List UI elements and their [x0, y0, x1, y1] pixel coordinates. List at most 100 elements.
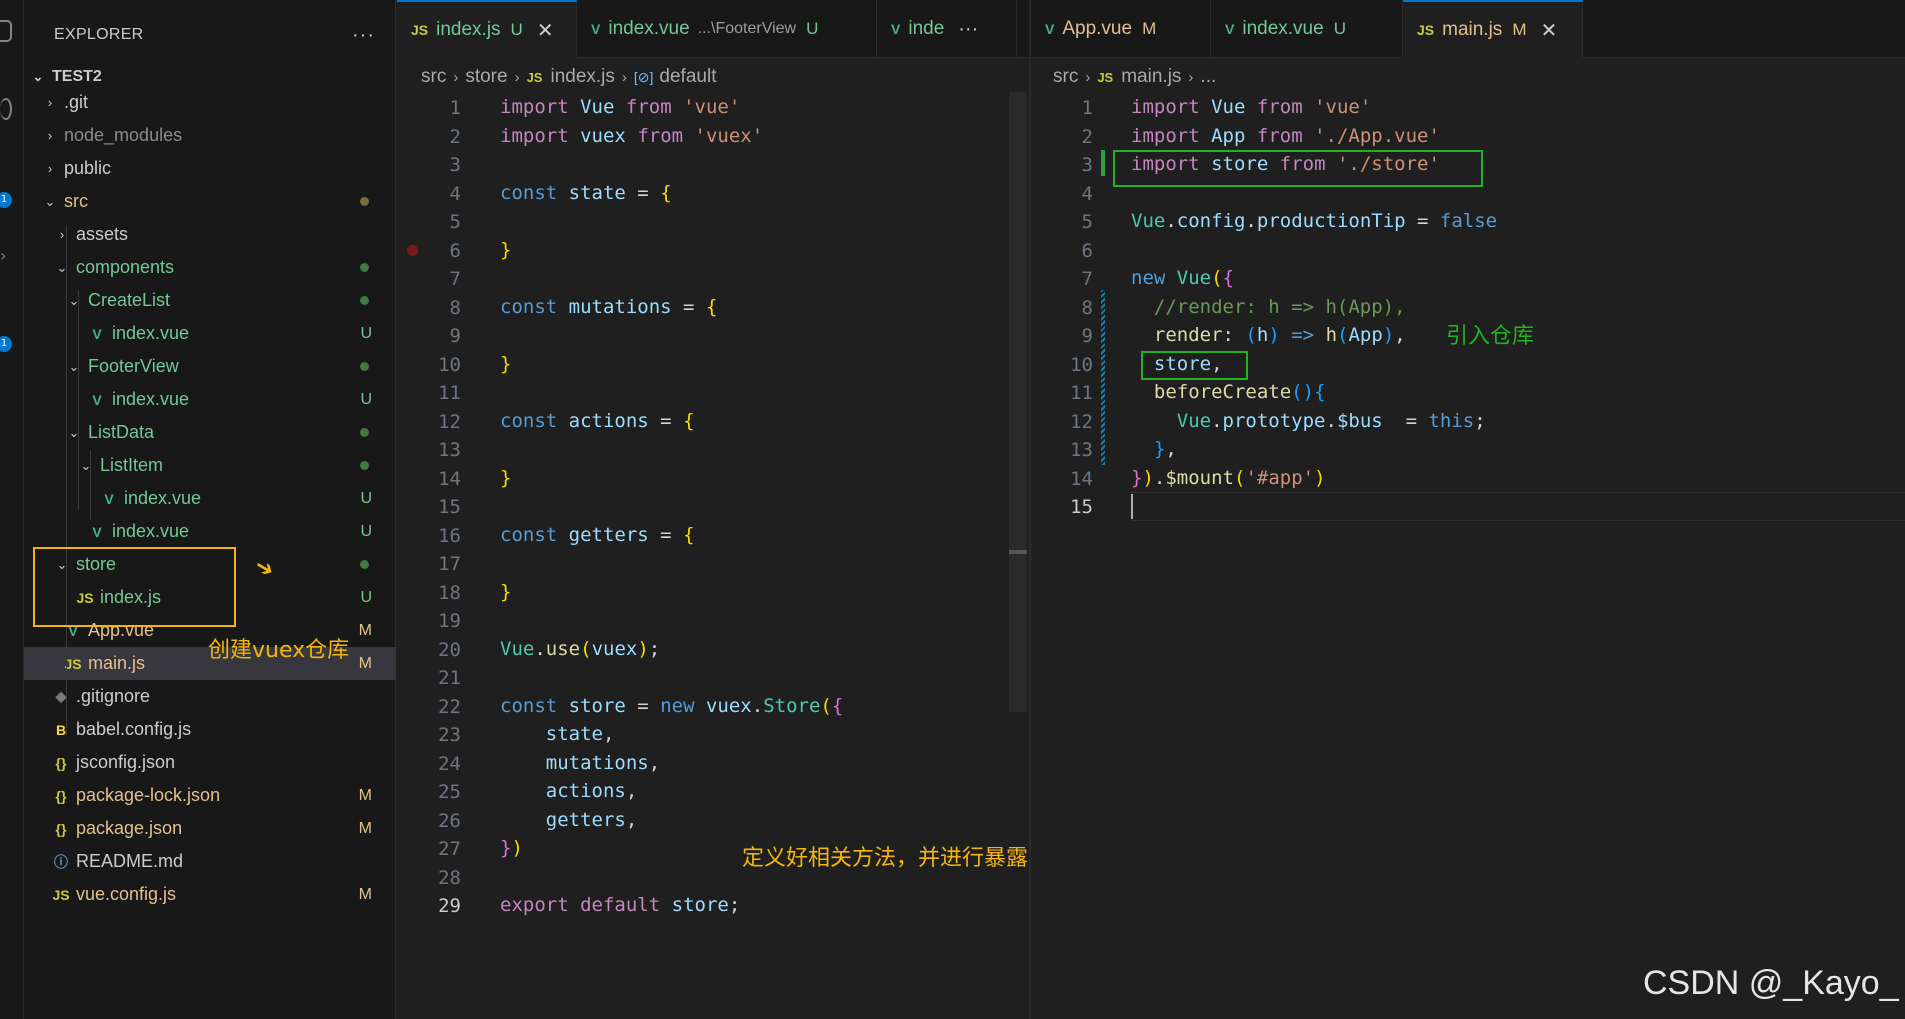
code-line: export default store; [500, 891, 740, 920]
tree-item-label: .gitignore [76, 686, 151, 706]
line-number: 18 [438, 581, 461, 604]
editor-tab[interactable]: Vinde ··· [877, 0, 1017, 58]
git-status-badge: U [360, 588, 372, 606]
tree-item[interactable]: {} package.json M [24, 812, 396, 845]
explorer-sidebar: EXPLORER ··· ⌄ TEST2 › .git › node_modules ›… [24, 0, 396, 1019]
tree-item[interactable]: Bbabel.config.js [24, 713, 396, 746]
editor-tab[interactable]: Vindex.vue ...\FooterView U [577, 0, 877, 58]
code-token: , [625, 808, 638, 831]
more-actions-icon[interactable]: ··· [352, 24, 375, 47]
tree-item-label: public [64, 158, 112, 178]
tree-item[interactable]: › public [24, 152, 396, 185]
code-token: ( [1245, 324, 1257, 347]
more-tabs-icon[interactable]: ··· [958, 18, 978, 41]
search-icon[interactable] [0, 98, 12, 120]
annotation-import-store: 引入仓库 [1446, 324, 1535, 349]
tree-item[interactable]: ⌄ components [24, 251, 396, 284]
current-line-highlight [1131, 492, 1905, 521]
code-token: h [1325, 324, 1338, 347]
tree-item[interactable]: JS vue.config.js M [24, 878, 396, 911]
breadcrumb-item[interactable]: src [1053, 66, 1078, 88]
chevron-right-icon: › [1188, 68, 1194, 86]
line-number: 29 [438, 895, 461, 917]
code-token: ) [637, 637, 649, 660]
breadcrumb-item[interactable]: ... [1200, 66, 1216, 88]
code-token: , [648, 751, 661, 774]
breadcrumb-item[interactable]: src [421, 66, 446, 88]
left-minimap[interactable] [965, 90, 1005, 160]
code-token: Vue [1176, 409, 1212, 432]
line-number: 25 [438, 781, 461, 803]
tree-item[interactable]: ⌄ ListItem [24, 449, 396, 482]
code-token: , [602, 723, 615, 746]
tree-item[interactable]: ⌄ ListData [24, 416, 396, 449]
chevron-right-icon: › [47, 161, 53, 176]
git-added-gutter [1101, 150, 1105, 176]
tree-item[interactable]: ⌄ src [24, 185, 396, 218]
code-token: ; [648, 637, 661, 660]
code-line: }). $mount('#app') [1131, 464, 1326, 493]
code-line: }) [500, 834, 523, 863]
text-cursor [1131, 494, 1133, 519]
tab-label: App.vue [1062, 18, 1133, 39]
code-token: Vue [580, 96, 615, 119]
code-line: Vue. prototype. $bus = this; [1131, 407, 1486, 436]
breadcrumb-item[interactable]: main.js [1121, 66, 1181, 88]
explorer-icon[interactable] [0, 20, 12, 42]
tree-item[interactable]: ⌄ CreateList [24, 284, 396, 317]
editor-tab[interactable]: Vindex.vue U [1211, 0, 1403, 58]
git-status-badge: M [358, 819, 372, 837]
code-line: } [500, 464, 511, 493]
breadcrumb-item[interactable]: index.js [550, 66, 614, 88]
code-line: Vue. use(vuex); [500, 635, 660, 664]
editor-tab[interactable]: JS main.js M ✕ [1403, 0, 1583, 58]
close-icon[interactable]: ✕ [1540, 18, 1557, 43]
tree-item[interactable]: › assets [24, 218, 396, 251]
json-file-icon: {} [55, 820, 67, 837]
tree-item-label: main.js [88, 653, 146, 673]
tree-item-label: src [64, 191, 88, 211]
tree-item[interactable]: ⓘ README.md [24, 845, 396, 878]
breadcrumb-item[interactable]: default [659, 66, 716, 88]
git-status-badge: U [360, 522, 372, 540]
tree-item[interactable]: › node_modules [24, 119, 396, 152]
line-number: 19 [438, 610, 461, 632]
modified-dot [360, 362, 369, 371]
breakpoint-dot[interactable] [407, 245, 418, 256]
editor-tab[interactable]: JS index.js U ✕ [397, 0, 577, 58]
editor-tab[interactable]: V App.vue M [1031, 0, 1211, 58]
vue-file-icon: V [92, 391, 102, 408]
code-token: , [1165, 438, 1177, 461]
tab-label: main.js [1442, 19, 1503, 40]
tree-item[interactable]: Vindex.vue U [24, 383, 396, 416]
code-token: . [534, 637, 546, 660]
run-debug-icon[interactable]: › [0, 246, 12, 268]
code-token: } [500, 352, 512, 375]
tree-item[interactable]: {} package-lock.json M [24, 779, 396, 812]
tree-item[interactable]: {} jsconfig.json [24, 746, 396, 779]
code-token: Vue [1131, 210, 1166, 233]
tree-item[interactable]: Vindex.vue U [24, 482, 396, 515]
tree-item[interactable]: ◆ .gitignore [24, 680, 396, 713]
tree-item[interactable]: ⌄ FooterView [24, 350, 396, 383]
code-token: = [671, 295, 706, 318]
tab-label: index.js [436, 19, 501, 40]
annotation-define-methods: 定义好相关方法，并进行暴露 [742, 846, 1029, 871]
code-token: import [500, 124, 569, 147]
tree-item[interactable]: › .git [24, 86, 396, 119]
code-token: } [500, 837, 512, 860]
line-number: 4 [449, 182, 461, 205]
breadcrumb-item[interactable]: store [465, 66, 507, 88]
line-number: 23 [438, 724, 461, 746]
left-breadcrumb: src › store › JS index.js › [⊘] default [421, 62, 716, 92]
code-token: , [1394, 324, 1406, 347]
close-icon[interactable]: ✕ [537, 18, 554, 43]
modified-dot [360, 197, 369, 206]
left-scrollbar[interactable] [1009, 92, 1027, 712]
code-token: from [1256, 124, 1303, 147]
tree-item[interactable]: Vindex.vue U [24, 317, 396, 350]
tree-item[interactable]: Vindex.vue U [24, 515, 396, 548]
